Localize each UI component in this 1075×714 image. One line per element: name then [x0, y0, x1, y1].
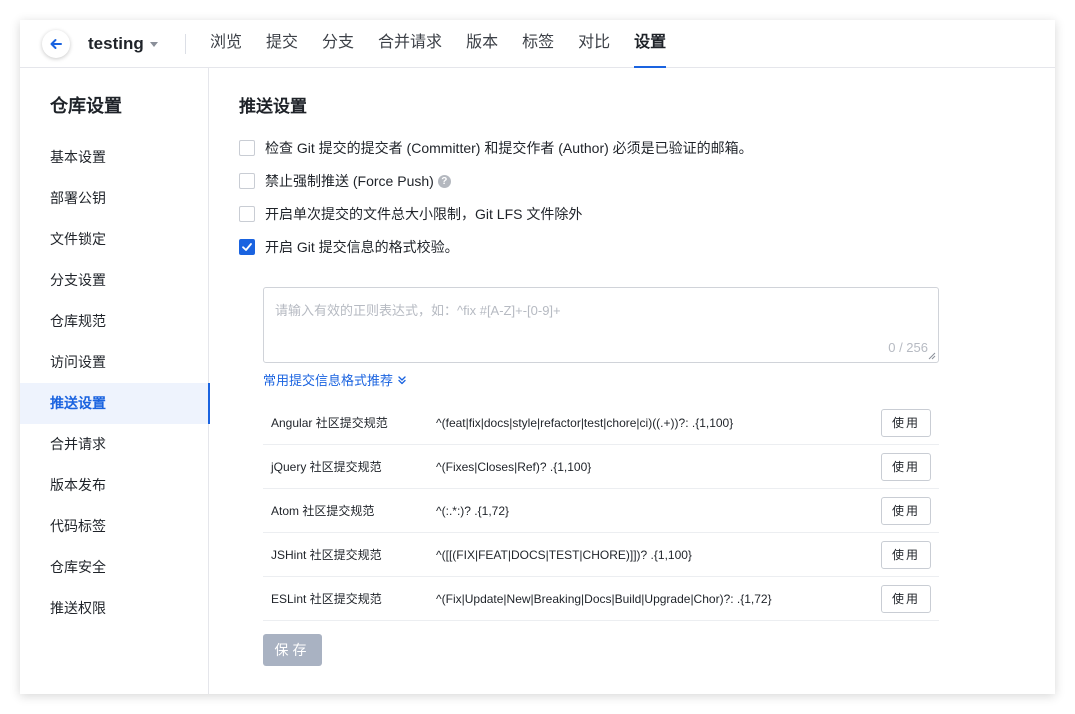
tab-tags[interactable]: 标签	[522, 20, 554, 68]
rec-pattern: ^(Fix|Update|New|Breaking|Docs|Build|Upg…	[436, 591, 772, 606]
checkbox[interactable]	[239, 173, 255, 189]
use-button[interactable]: 使用	[881, 496, 931, 525]
nav-divider	[185, 34, 186, 54]
use-button[interactable]: 使用	[881, 584, 931, 613]
rec-name: Angular 社区提交规范	[271, 416, 388, 430]
checkbox[interactable]	[239, 140, 255, 156]
table-row: JSHint 社区提交规范 ^([[(FIX|FEAT|DOCS|TEST|CH…	[263, 533, 939, 577]
option-verified-email[interactable]: 检查 Git 提交的提交者 (Committer) 和提交作者 (Author)…	[239, 138, 753, 158]
tab-releases[interactable]: 版本	[466, 20, 498, 68]
arrow-left-icon	[50, 39, 62, 49]
option-label: 开启单次提交的文件总大小限制，Git LFS 文件除外	[265, 206, 583, 222]
tab-browse[interactable]: 浏览	[210, 20, 242, 68]
sidebar-item-branch[interactable]: 分支设置	[20, 260, 209, 301]
top-navigation: testing 浏览 提交 分支 合并请求 版本 标签 对比 设置	[20, 20, 1055, 68]
recommendations-toggle[interactable]: 常用提交信息格式推荐	[263, 370, 407, 389]
sidebar-title: 仓库设置	[50, 96, 122, 116]
option-label: 禁止强制推送 (Force Push)	[265, 173, 434, 189]
repo-switcher[interactable]: testing	[88, 34, 158, 54]
tab-compare[interactable]: 对比	[578, 20, 610, 68]
sidebar-item-access[interactable]: 访问设置	[20, 342, 209, 383]
rec-pattern: ^(feat|fix|docs|style|refactor|test|chor…	[436, 415, 734, 430]
back-button[interactable]	[42, 30, 70, 58]
check-icon	[242, 243, 252, 251]
resize-handle-icon[interactable]	[928, 352, 936, 360]
save-button[interactable]: 保存	[263, 634, 322, 666]
rec-name: ESLint 社区提交规范	[271, 592, 382, 606]
sidebar-item-deploy-keys[interactable]: 部署公钥	[20, 178, 209, 219]
rec-name: jQuery 社区提交规范	[271, 460, 382, 474]
table-row: jQuery 社区提交规范 ^(Fixes|Closes|Ref)? .{1,1…	[263, 445, 939, 489]
recommendations-toggle-label: 常用提交信息格式推荐	[263, 373, 394, 388]
rec-pattern: ^(:.*:)? .{1,72}	[436, 503, 510, 518]
use-button[interactable]: 使用	[881, 540, 931, 569]
sidebar-item-security[interactable]: 仓库安全	[20, 547, 209, 588]
question-circle-icon[interactable]: ?	[437, 174, 451, 188]
sidebar-item-basic[interactable]: 基本设置	[20, 137, 209, 178]
option-label: 检查 Git 提交的提交者 (Committer) 和提交作者 (Author)…	[265, 140, 753, 156]
option-force-push[interactable]: 禁止强制推送 (Force Push) ?	[239, 171, 451, 191]
tab-settings[interactable]: 设置	[634, 20, 667, 68]
settings-sidebar: 仓库设置 基本设置 部署公钥 文件锁定 分支设置 仓库规范 访问设置 推送设置 …	[20, 68, 210, 694]
page-title: 推送设置	[239, 97, 307, 116]
rec-name: JSHint 社区提交规范	[271, 548, 382, 562]
option-label: 开启 Git 提交信息的格式校验。	[265, 239, 459, 255]
sidebar-item-repo-rules[interactable]: 仓库规范	[20, 301, 209, 342]
sidebar-item-push-permissions[interactable]: 推送权限	[20, 588, 209, 629]
option-commit-message-check[interactable]: 开启 Git 提交信息的格式校验。	[239, 237, 459, 257]
rec-pattern: ^([[(FIX|FEAT|DOCS|TEST|CHORE)]])? .{1,1…	[436, 547, 692, 562]
table-row: Atom 社区提交规范 ^(:.*:)? .{1,72} 使用	[263, 489, 939, 533]
double-chevron-down-icon	[398, 375, 406, 384]
recommendations-table: Angular 社区提交规范 ^(feat|fix|docs|style|ref…	[263, 401, 939, 621]
table-row: Angular 社区提交规范 ^(feat|fix|docs|style|ref…	[263, 401, 939, 445]
checkbox[interactable]	[239, 206, 255, 222]
use-button[interactable]: 使用	[881, 452, 931, 481]
tab-branches[interactable]: 分支	[322, 20, 354, 68]
rec-pattern: ^(Fixes|Closes|Ref)? .{1,100}	[436, 459, 592, 474]
repo-name: testing	[88, 34, 144, 53]
tab-merge-requests[interactable]: 合并请求	[378, 20, 442, 68]
tab-commits[interactable]: 提交	[266, 20, 298, 68]
table-row: ESLint 社区提交规范 ^(Fix|Update|New|Breaking|…	[263, 577, 939, 621]
sidebar-menu: 基本设置 部署公钥 文件锁定 分支设置 仓库规范 访问设置 推送设置 合并请求 …	[20, 137, 210, 629]
repo-tabs: 浏览 提交 分支 合并请求 版本 标签 对比 设置	[210, 20, 690, 68]
sidebar-item-releases[interactable]: 版本发布	[20, 465, 209, 506]
checkbox-checked[interactable]	[239, 239, 255, 255]
sidebar-item-merge-requests[interactable]: 合并请求	[20, 424, 209, 465]
sidebar-item-tags[interactable]: 代码标签	[20, 506, 209, 547]
sidebar-item-push[interactable]: 推送设置	[20, 383, 210, 424]
option-file-size-limit[interactable]: 开启单次提交的文件总大小限制，Git LFS 文件除外	[239, 204, 582, 224]
rec-name: Atom 社区提交规范	[271, 504, 375, 518]
app-window: testing 浏览 提交 分支 合并请求 版本 标签 对比 设置 仓库设置 基…	[20, 20, 1055, 694]
regex-input-placeholder: 请输入有效的正则表达式，如：^fix #[A-Z]+-[0-9]+	[275, 303, 561, 318]
sidebar-item-file-lock[interactable]: 文件锁定	[20, 219, 209, 260]
caret-down-icon	[149, 41, 158, 47]
regex-input[interactable]: 请输入有效的正则表达式，如：^fix #[A-Z]+-[0-9]+ 0 / 25…	[263, 287, 939, 363]
char-counter: 0 / 256	[888, 340, 928, 355]
use-button[interactable]: 使用	[881, 408, 931, 437]
